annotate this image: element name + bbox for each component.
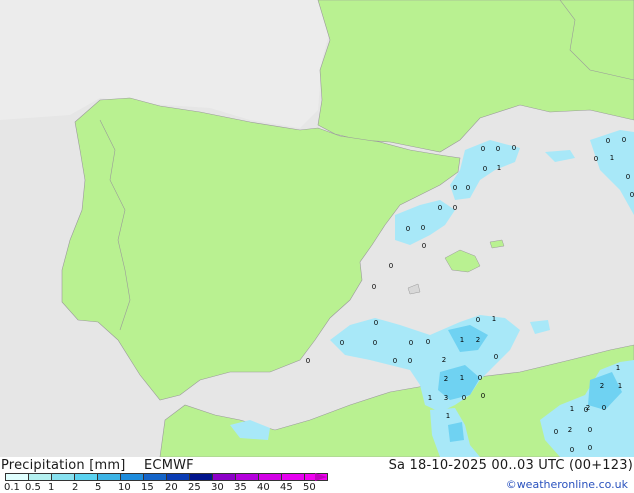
cell-value-label: 0 bbox=[306, 357, 310, 365]
cell-value-label: 0 bbox=[626, 173, 630, 181]
scale-label: 25 bbox=[188, 482, 201, 493]
scale-swatch bbox=[167, 473, 190, 481]
cell-value-label: 3 bbox=[444, 394, 448, 402]
scale-overflow-arrow bbox=[315, 473, 327, 481]
cell-value-label: 0 bbox=[340, 339, 344, 347]
cell-value-label: 0 bbox=[438, 204, 442, 212]
cell-value-label: 0 bbox=[462, 394, 466, 402]
scale-label: 50 bbox=[303, 482, 316, 493]
cell-value-label: 0 bbox=[588, 426, 592, 434]
cell-value-label: 2 bbox=[568, 426, 572, 434]
scale-swatch bbox=[5, 473, 29, 481]
cell-value-label: 0 bbox=[478, 374, 482, 382]
scale-label: 20 bbox=[165, 482, 178, 493]
cell-value-label: 2 bbox=[586, 404, 590, 412]
cell-value-label: 2 bbox=[600, 382, 604, 390]
scale-swatch bbox=[121, 473, 144, 481]
cell-value-label: 0 bbox=[426, 338, 430, 346]
cell-value-label: 1 bbox=[497, 164, 501, 172]
run-time-info: Sa 18-10-2025 00..03 UTC (00+123) bbox=[388, 458, 633, 473]
scale-swatch bbox=[259, 473, 282, 481]
cell-value-label: 0 bbox=[408, 357, 412, 365]
cell-value-label: 0 bbox=[372, 283, 376, 291]
cell-value-label: 0 bbox=[496, 145, 500, 153]
cell-value-label: 1 bbox=[460, 374, 464, 382]
map-legend-footer: Precipitation [mm] ECMWF Sa 18-10-2025 0… bbox=[0, 457, 634, 493]
cell-value-label: 0 bbox=[494, 353, 498, 361]
legend-title: Precipitation [mm] bbox=[1, 458, 126, 473]
scale-label: 5 bbox=[95, 482, 102, 493]
color-scale-labels: 0.1 0.5 1 2 5 10 15 20 25 30 35 40 45 50 bbox=[0, 482, 340, 493]
scale-label: 0.5 bbox=[25, 482, 41, 493]
scale-label: 45 bbox=[280, 482, 293, 493]
cell-value-label: 1 bbox=[460, 336, 464, 344]
scale-label: 0.1 bbox=[4, 482, 20, 493]
cell-value-label: 0 bbox=[481, 392, 485, 400]
cell-value-label: 0 bbox=[606, 137, 610, 145]
cell-value-label: 0 bbox=[476, 316, 480, 324]
scale-label: 10 bbox=[118, 482, 131, 493]
scale-swatch bbox=[29, 473, 52, 481]
cell-value-label: 0 bbox=[466, 184, 470, 192]
cell-value-label: 2 bbox=[442, 356, 446, 364]
cell-value-label: 1 bbox=[616, 364, 620, 372]
cell-value-label: 0 bbox=[374, 319, 378, 327]
scale-label: 40 bbox=[257, 482, 270, 493]
cell-value-label: 1 bbox=[492, 315, 496, 323]
cell-value-label: 0 bbox=[373, 339, 377, 347]
cell-value-label: 2 bbox=[444, 375, 448, 383]
cell-value-label: 0 bbox=[481, 145, 485, 153]
cell-value-label: 1 bbox=[618, 382, 622, 390]
cell-value-label: 1 bbox=[446, 412, 450, 420]
cell-value-label: 0 bbox=[622, 136, 626, 144]
scale-swatch bbox=[144, 473, 167, 481]
cell-value-label: 0 bbox=[554, 428, 558, 436]
cell-value-label: 0 bbox=[594, 155, 598, 163]
scale-label: 15 bbox=[141, 482, 154, 493]
cell-value-label: 1 bbox=[428, 394, 432, 402]
scale-swatch bbox=[52, 473, 75, 481]
model-name: ECMWF bbox=[144, 458, 194, 473]
scale-swatch bbox=[213, 473, 236, 481]
cell-value-label: 0 bbox=[483, 165, 487, 173]
copyright-link[interactable]: ©weatheronline.co.uk bbox=[506, 478, 628, 491]
cell-value-label: 1 bbox=[610, 154, 614, 162]
cell-value-label: 0 bbox=[393, 357, 397, 365]
color-scale-bar bbox=[5, 473, 328, 481]
cell-value-label: 0 bbox=[453, 184, 457, 192]
cell-value-label: 0 bbox=[630, 191, 634, 199]
cell-value-label: 0 bbox=[409, 339, 413, 347]
scale-label: 1 bbox=[48, 482, 55, 493]
cell-value-label: 0 bbox=[406, 225, 410, 233]
cell-value-label: 1 bbox=[570, 405, 574, 413]
cell-value-label: 0 bbox=[389, 262, 393, 270]
map-canvas: 0 0 0 0 1 0 0 0 1 0 0 0 0 0 0 0 0 0 0 0 0 0 0 0 1 0 0 0 1 2 0 0 2 0 2 1 0 1 3 0… bbox=[0, 0, 634, 457]
scale-swatch bbox=[236, 473, 259, 481]
scale-swatch bbox=[98, 473, 121, 481]
scale-swatch bbox=[190, 473, 213, 481]
cell-value-label: 0 bbox=[602, 404, 606, 412]
cell-value-label: 2 bbox=[476, 336, 480, 344]
scale-swatch bbox=[75, 473, 98, 481]
cell-value-label: 0 bbox=[570, 446, 574, 454]
scale-label: 2 bbox=[72, 482, 79, 493]
scale-label: 35 bbox=[234, 482, 247, 493]
scale-swatch bbox=[282, 473, 305, 481]
cell-value-label: 0 bbox=[422, 242, 426, 250]
cell-value-label: 0 bbox=[453, 204, 457, 212]
cell-value-label: 0 bbox=[588, 444, 592, 452]
scale-label: 30 bbox=[211, 482, 224, 493]
cell-value-label: 0 bbox=[512, 144, 516, 152]
precipitation-map: 0 0 0 0 1 0 0 0 1 0 0 0 0 0 0 0 0 0 0 0 0 0 0 0 1 0 0 0 1 2 0 0 2 0 2 1 0 1 3 0… bbox=[0, 0, 634, 457]
cell-value-label: 0 bbox=[421, 224, 425, 232]
